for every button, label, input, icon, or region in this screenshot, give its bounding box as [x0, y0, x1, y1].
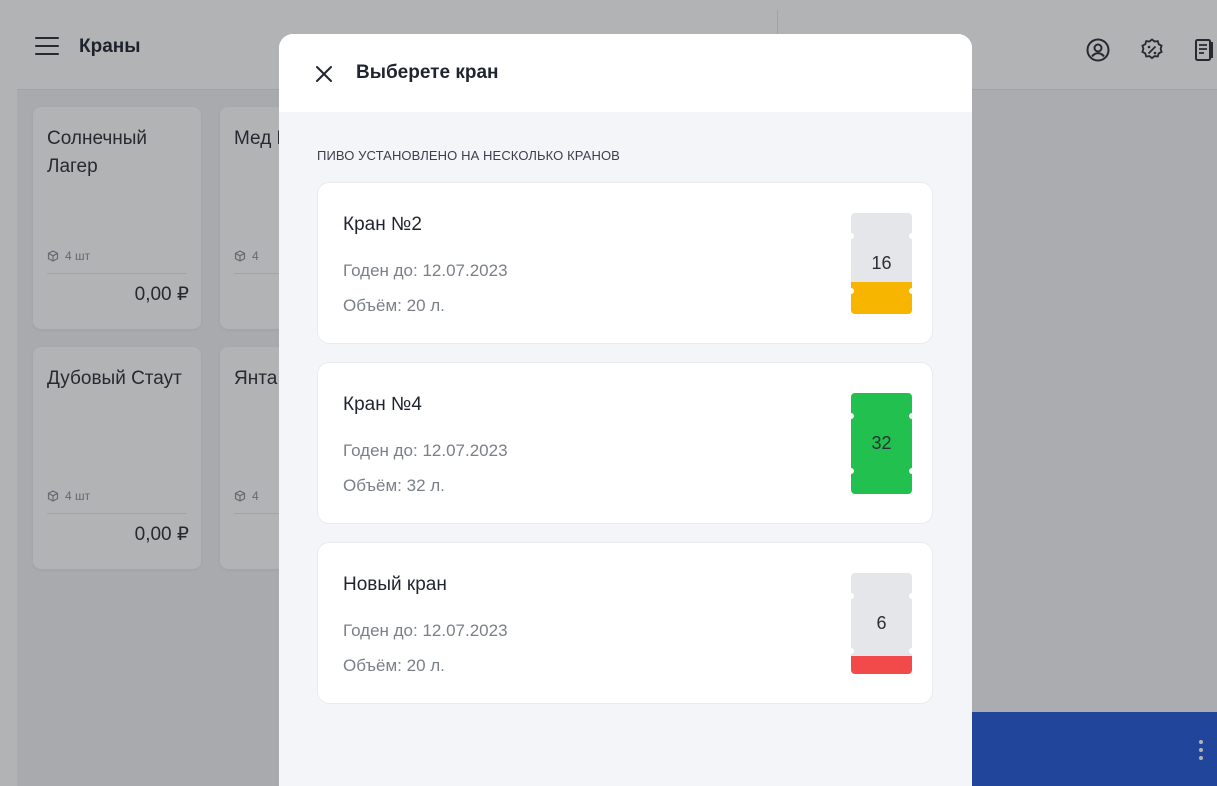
keg-remaining-value: 6 — [876, 613, 887, 633]
dialog-title: Выберете кран — [356, 62, 499, 83]
close-icon[interactable] — [313, 63, 335, 85]
select-tap-dialog: Выберете кран ПИВО УСТАНОВЛЕНО НА НЕСКОЛ… — [279, 34, 972, 786]
keg-fill — [851, 655, 912, 674]
tap-option[interactable]: Новый кран Годен до: 12.07.2023 Объём: 2… — [317, 542, 933, 704]
tap-name: Кран №2 — [343, 214, 422, 235]
keg-remaining-value: 16 — [871, 253, 892, 273]
tap-volume: Объём: 20 л. — [343, 296, 445, 315]
tap-expiry: Годен до: 12.07.2023 — [343, 261, 508, 280]
tap-volume: Объём: 32 л. — [343, 476, 445, 495]
keg-remaining-value: 32 — [871, 433, 892, 453]
tap-expiry: Годен до: 12.07.2023 — [343, 441, 508, 460]
tap-name: Кран №4 — [343, 394, 422, 415]
keg-level-indicator: 6 — [851, 573, 912, 674]
tap-expiry: Годен до: 12.07.2023 — [343, 621, 508, 640]
keg-level-indicator: 16 — [851, 213, 912, 314]
dialog-header: Выберете кран — [279, 34, 972, 112]
keg-fill — [851, 281, 912, 314]
tap-option[interactable]: Кран №4 Годен до: 12.07.2023 Объём: 32 л… — [317, 362, 933, 524]
dialog-subtitle: ПИВО УСТАНОВЛЕНО НА НЕСКОЛЬКО КРАНОВ — [317, 148, 620, 163]
tap-option[interactable]: Кран №2 Годен до: 12.07.2023 Объём: 20 л… — [317, 182, 933, 344]
keg-level-indicator: 32 — [851, 393, 912, 494]
tap-name: Новый кран — [343, 574, 447, 595]
tap-volume: Объём: 20 л. — [343, 656, 445, 675]
